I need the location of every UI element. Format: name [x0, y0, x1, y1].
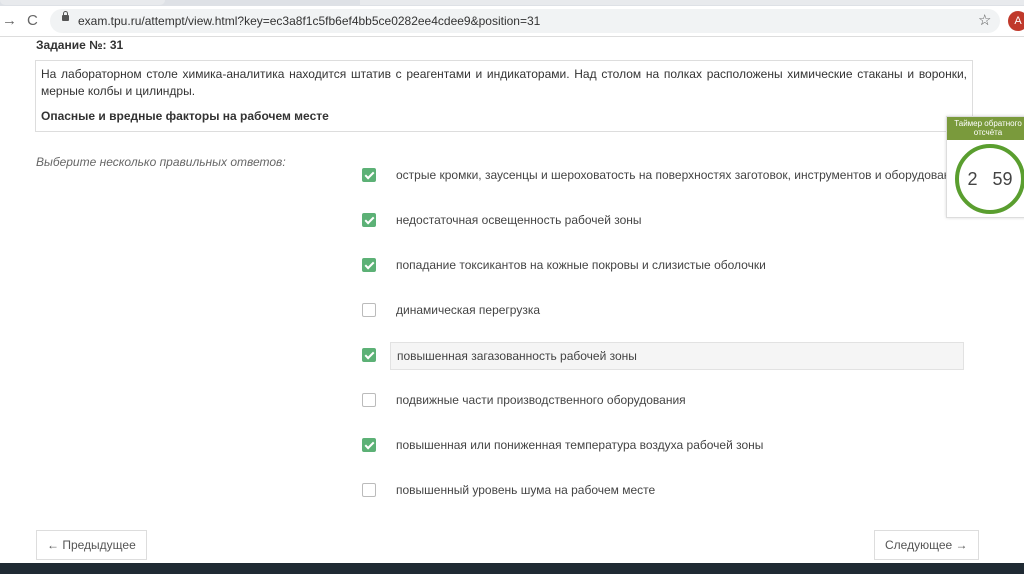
lock-icon [62, 11, 69, 21]
question-text: На лабораторном столе химика-аналитика н… [41, 67, 967, 98]
option-label[interactable]: острые кромки, заусенцы и шероховатость … [390, 162, 964, 190]
answer-option[interactable]: острые кромки, заусенцы и шероховатость … [362, 162, 972, 190]
url-text[interactable]: exam.tpu.ru/attempt/view.html?key=ec3a8f… [78, 14, 540, 28]
task-title: Задание №: 31 [36, 38, 124, 52]
checkbox[interactable] [362, 438, 376, 452]
address-bar[interactable]: exam.tpu.ru/attempt/view.html?key=ec3a8f… [50, 9, 1000, 33]
option-label[interactable]: подвижные части производственного оборуд… [390, 387, 964, 415]
option-label[interactable]: недостаточная освещенность рабочей зоны [390, 207, 964, 235]
timer-seconds: 59 [992, 169, 1013, 189]
browser-toolbar: → C exam.tpu.ru/attempt/view.html?key=ec… [0, 6, 1024, 37]
forward-icon[interactable]: → [2, 12, 17, 29]
profile-avatar[interactable]: A [1008, 11, 1024, 31]
checkbox[interactable] [362, 303, 376, 317]
answer-option[interactable]: недостаточная освещенность рабочей зоны [362, 207, 972, 235]
answer-option[interactable]: подвижные части производственного оборуд… [362, 387, 972, 415]
answer-option[interactable]: повышенная загазованность рабочей зоны [362, 342, 972, 370]
answer-option[interactable]: повышенный уровень шума на рабочем месте [362, 477, 972, 505]
checkbox[interactable] [362, 483, 376, 497]
option-label[interactable]: повышенная или пониженная температура во… [390, 432, 964, 460]
tab[interactable] [0, 0, 165, 5]
answer-option[interactable]: повышенная или пониженная температура во… [362, 432, 972, 460]
answer-hint: Выберите несколько правильных ответов: [36, 155, 286, 169]
timer-ring: 2 59 [955, 144, 1024, 214]
checkbox[interactable] [362, 168, 376, 182]
question-prompt: Опасные и вредные факторы на рабочем мес… [41, 109, 329, 123]
question-box: На лабораторном столе химика-аналитика н… [35, 60, 973, 132]
option-label[interactable]: динамическая перегрузка [390, 297, 964, 325]
answer-option[interactable]: попадание токсикантов на кожные покровы … [362, 252, 972, 280]
checkbox[interactable] [362, 258, 376, 272]
previous-button[interactable]: ← Предыдущее [36, 530, 147, 560]
checkbox[interactable] [362, 393, 376, 407]
timer-title: Таймер обратного отсчёта [947, 117, 1024, 140]
next-button[interactable]: Следующее → [874, 530, 979, 560]
checkbox[interactable] [362, 348, 376, 362]
tab[interactable] [360, 0, 1024, 5]
bookmark-star-icon[interactable]: ☆ [978, 11, 991, 29]
answer-option[interactable]: динамическая перегрузка [362, 297, 972, 325]
taskbar [0, 563, 1024, 574]
checkbox[interactable] [362, 213, 376, 227]
reload-icon[interactable]: C [27, 12, 38, 29]
option-label[interactable]: повышенный уровень шума на рабочем месте [390, 477, 964, 505]
option-label[interactable]: повышенная загазованность рабочей зоны [390, 342, 964, 370]
timer-minutes: 2 [967, 169, 978, 189]
option-label[interactable]: попадание токсикантов на кожные покровы … [390, 252, 964, 280]
countdown-timer: Таймер обратного отсчёта 2 59 [946, 116, 1024, 218]
